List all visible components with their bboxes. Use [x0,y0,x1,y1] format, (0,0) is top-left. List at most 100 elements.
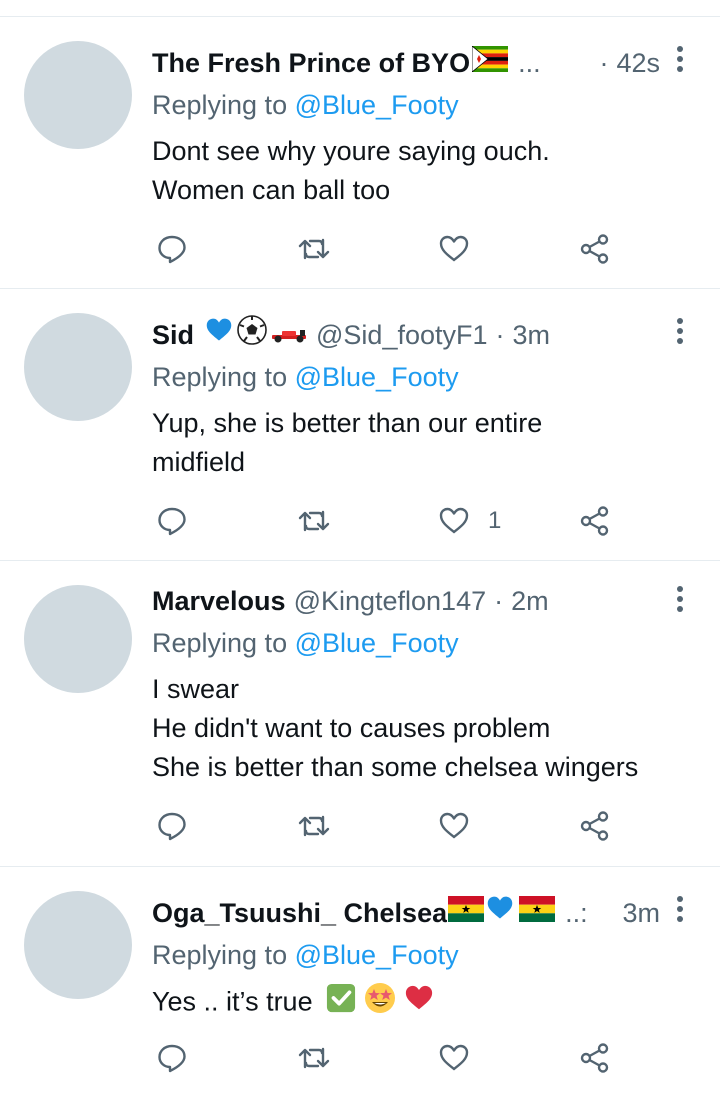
timestamp[interactable]: 2m [511,581,549,621]
tweet-header: Marvelous @Kingteflon147 · 2m [152,581,660,621]
more-options-icon[interactable] [670,889,690,929]
tweet-header: Sid @Sid_footyF1 · 3m [152,314,660,357]
soccer-ball-icon [236,314,268,357]
tweet-text-line: Yes .. it’s true [152,982,700,1025]
retweet-icon [297,233,331,265]
tweet-text-line: Yup, she is better than our entire [152,408,543,438]
separator-dot: · [495,320,505,350]
like-button[interactable] [438,229,488,269]
action-bar [152,229,632,269]
tweet-text: Yes .. it’s true [152,982,700,1025]
retweet-icon [297,810,331,842]
like-button[interactable] [438,806,488,846]
mention-link[interactable]: @Blue_Footy [295,90,459,120]
share-icon [579,505,611,537]
zimbabwe-flag-icon [471,43,509,83]
tweet-header: Oga_Tsuushi_ Chelsea ..: 3m [152,893,660,933]
check-mark-icon [326,983,356,1024]
share-button[interactable] [579,806,611,846]
retweet-button[interactable] [297,229,331,269]
avatar[interactable] [24,585,132,693]
red-heart-icon [403,983,435,1024]
star-struck-icon [364,982,396,1025]
ghana-flag-icon [519,893,556,933]
share-button[interactable] [579,501,611,541]
tweet-text: Dont see why youre saying ouch. Women ca… [152,132,700,210]
display-name[interactable]: Marvelous [152,581,286,621]
reply-button[interactable] [156,501,188,541]
handle[interactable]: @Sid_footyF1 [316,315,488,355]
share-icon [579,1042,611,1074]
replying-to-label: Replying to [152,90,288,120]
more-options-icon[interactable] [670,311,690,351]
reply-icon [156,505,188,537]
replying-to: Replying to @Blue_Footy [152,85,459,125]
avatar[interactable] [24,891,132,999]
ghana-flag-icon [448,893,485,933]
tweet-text-content: Yes .. it’s true [152,986,313,1017]
reply-button[interactable] [156,1038,188,1078]
reply-button[interactable] [156,806,188,846]
heart-icon [438,233,470,265]
tweet[interactable]: Oga_Tsuushi_ Chelsea ..: 3m Replying to … [0,867,720,1098]
retweet-icon [297,505,331,537]
retweet-button[interactable] [297,501,331,541]
retweet-button[interactable] [297,806,331,846]
share-icon [579,810,611,842]
share-button[interactable] [579,1038,611,1078]
action-bar: 1 [152,501,632,541]
like-button[interactable]: 1 [438,501,501,541]
more-options-icon[interactable] [670,39,690,79]
mention-link[interactable]: @Blue_Footy [295,940,459,970]
tweet-text-line: I swear [152,674,240,704]
heart-icon [438,1042,470,1074]
display-name[interactable]: The Fresh Prince of BYO [152,43,470,83]
tweet-header: The Fresh Prince of BYO ... · 42s [152,43,660,83]
race-car-icon [270,315,308,355]
tweet-text: Yup, she is better than our entire midfi… [152,404,700,482]
action-bar [152,1038,632,1078]
replying-to: Replying to @Blue_Footy [152,357,459,397]
tweet-text-line: Women can ball too [152,175,391,205]
timestamp[interactable]: 3m [622,893,660,933]
avatar[interactable] [24,41,132,149]
name-truncation: ... [518,48,541,78]
replying-to: Replying to @Blue_Footy [152,935,459,975]
replying-to-label: Replying to [152,628,288,658]
display-name[interactable]: Oga_Tsuushi_ Chelsea [152,893,447,933]
avatar[interactable] [24,313,132,421]
retweet-button[interactable] [297,1038,331,1078]
timestamp[interactable]: 3m [513,315,551,355]
tweet-text-line: midfield [152,447,246,477]
tweet-text-line: Dont see why youre saying ouch. [152,136,550,166]
tweet-text-line: He didn't want to causes problem [152,713,551,743]
reply-icon [156,810,188,842]
like-button[interactable] [438,1038,488,1078]
more-options-icon[interactable] [670,579,690,619]
handle[interactable]: @Kingteflon147 [294,581,487,621]
blue-heart-icon [485,893,515,933]
share-button[interactable] [579,229,611,269]
reply-button[interactable] [156,229,188,269]
share-icon [579,233,611,265]
mention-link[interactable]: @Blue_Footy [295,362,459,392]
tweet[interactable]: Marvelous @Kingteflon147 · 2m Replying t… [0,561,720,867]
tweet-text: I swear He didn't want to causes problem… [152,670,700,787]
blue-heart-icon [204,315,234,355]
like-count: 1 [488,507,502,534]
replying-to-label: Replying to [152,940,288,970]
replying-to-label: Replying to [152,362,288,392]
timestamp[interactable]: 42s [616,43,660,83]
tweet-text-line: She is better than some chelsea wingers [152,752,639,782]
display-name[interactable]: Sid [152,315,194,355]
mention-link[interactable]: @Blue_Footy [295,628,459,658]
replying-to: Replying to @Blue_Footy [152,623,459,663]
reply-icon [156,1042,188,1074]
reply-feed: The Fresh Prince of BYO ... · 42s Replyi… [0,0,720,1098]
tweet[interactable]: Sid @Sid_footyF1 · 3m Replying to @Blue_… [0,289,720,561]
separator-dot: · [599,48,609,78]
retweet-icon [297,1042,331,1074]
reply-icon [156,233,188,265]
heart-icon [438,810,470,842]
tweet[interactable]: The Fresh Prince of BYO ... · 42s Replyi… [0,17,720,289]
